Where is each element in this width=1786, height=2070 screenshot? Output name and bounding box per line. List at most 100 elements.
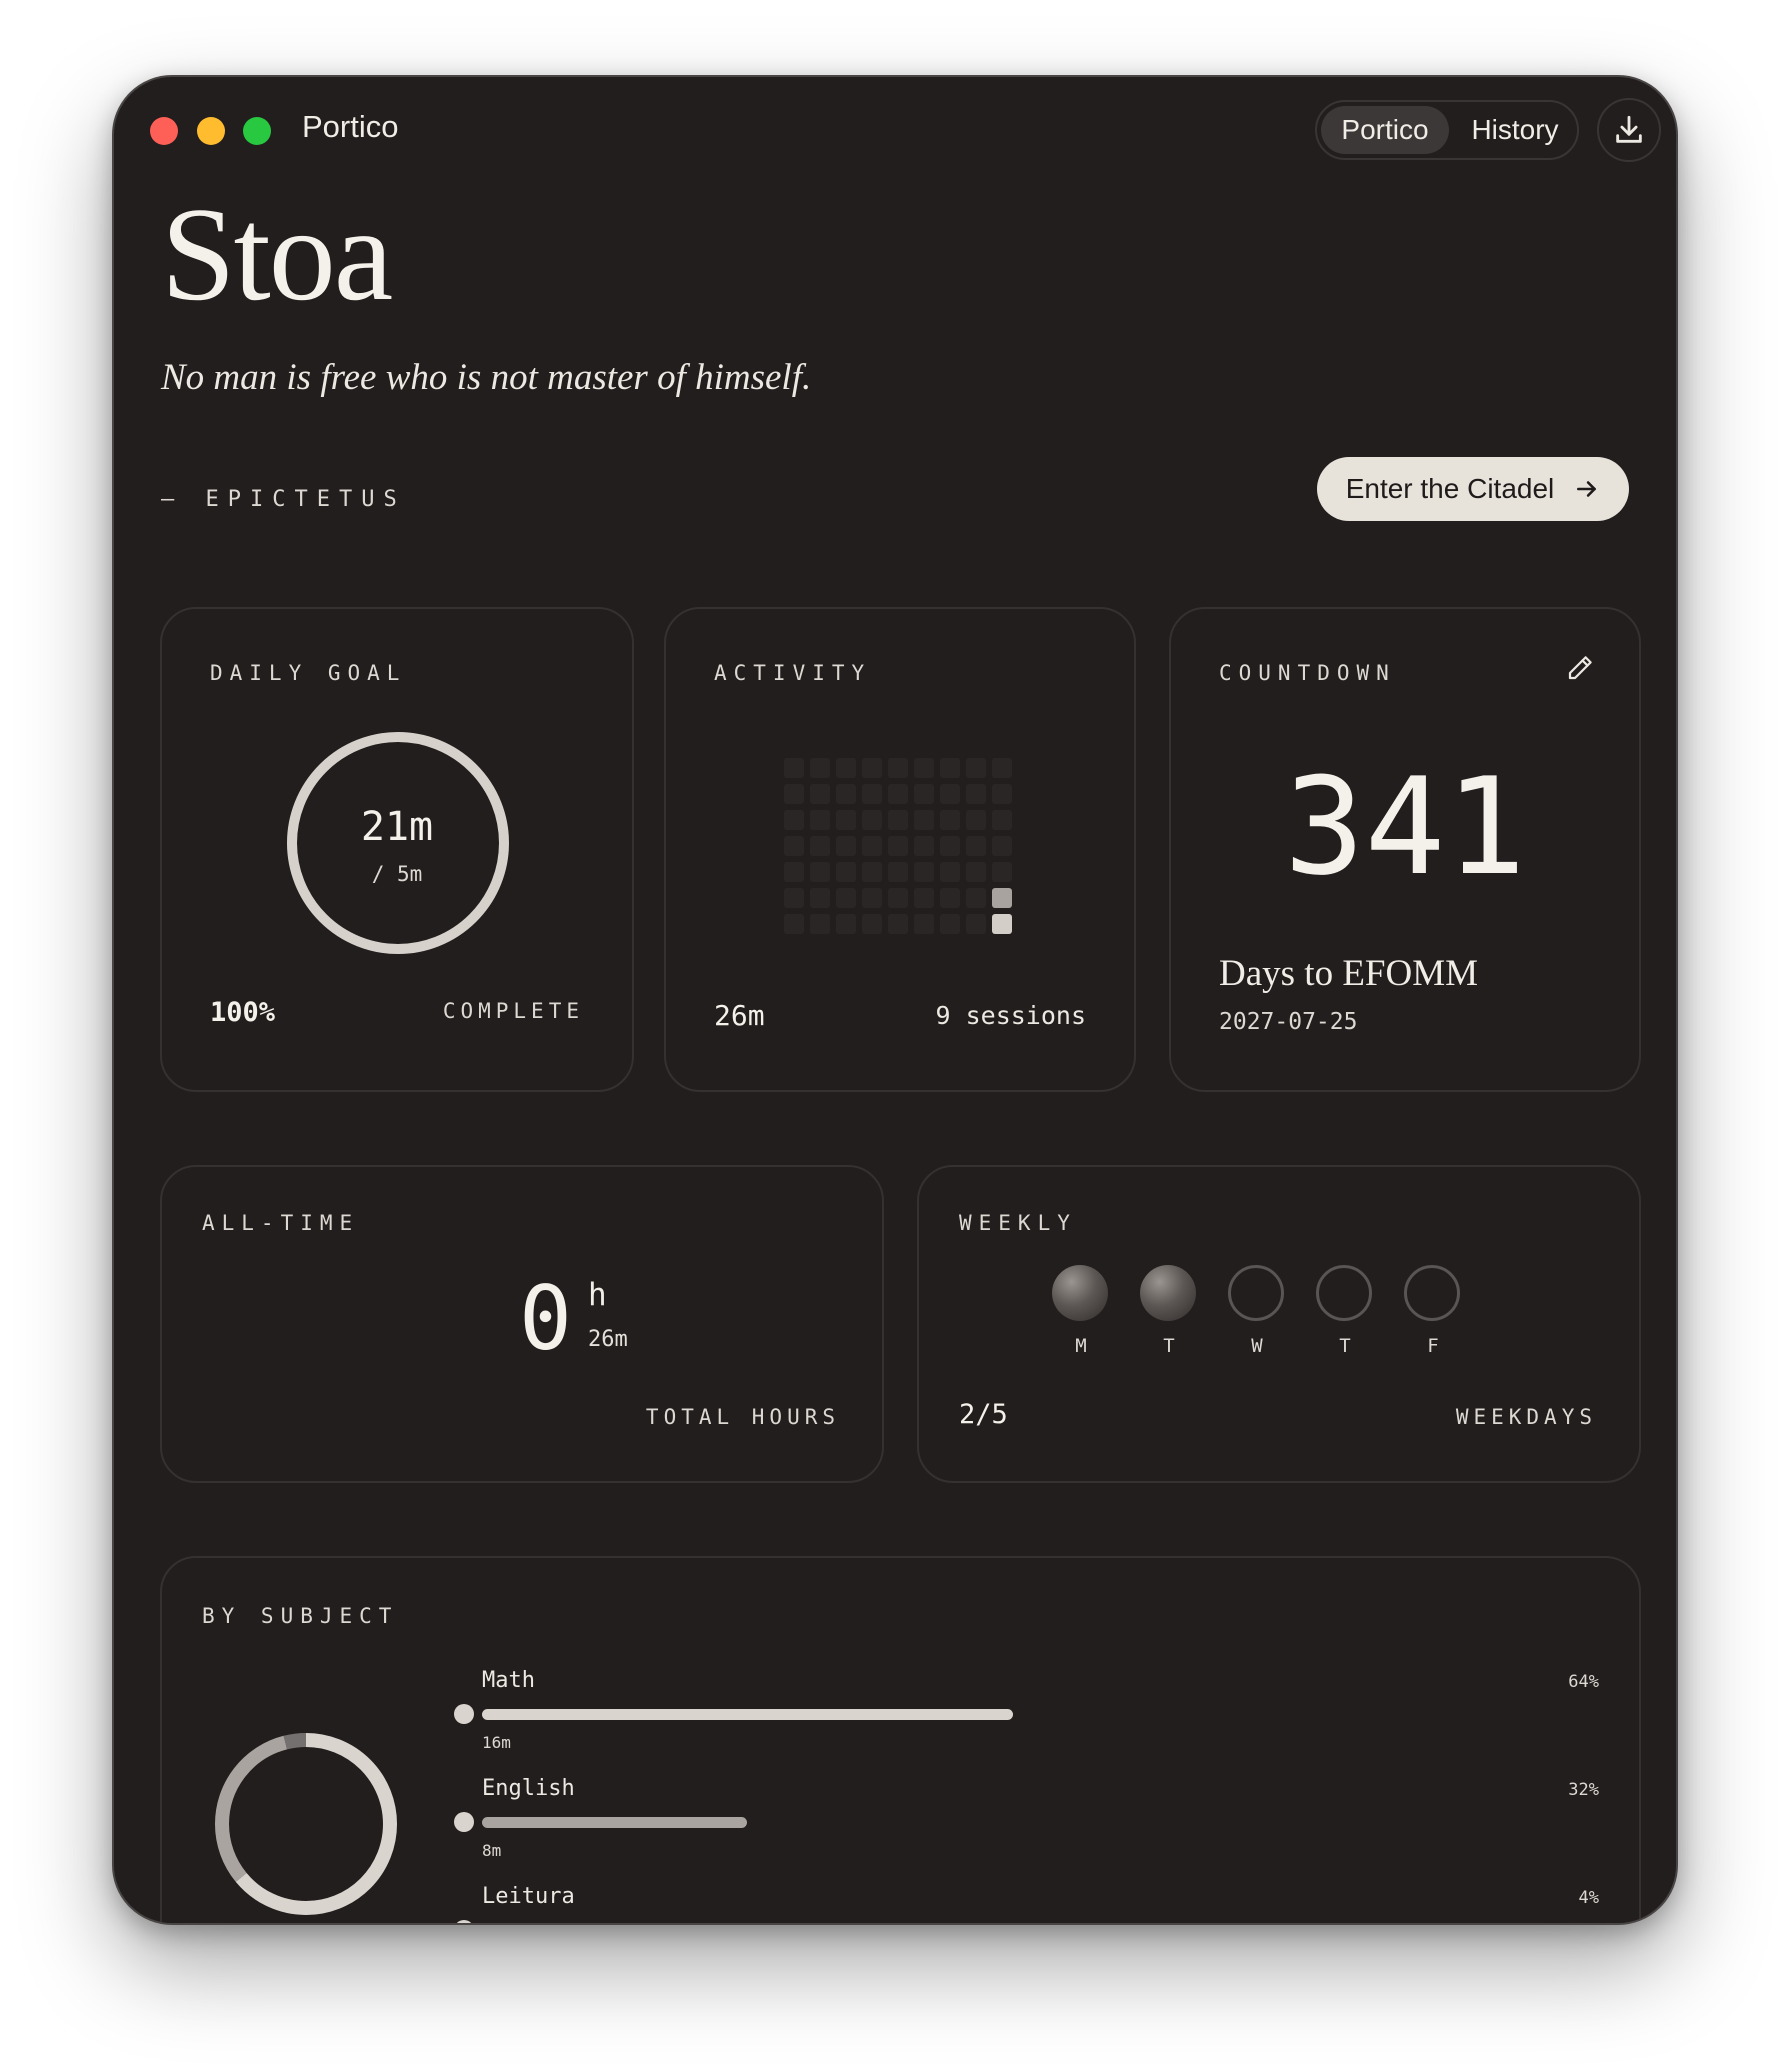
weekday-indicator: T	[1140, 1265, 1198, 1357]
quote-text: No man is free who is not master of hims…	[161, 357, 812, 398]
heatmap-cell	[784, 914, 804, 934]
card-label: ACTIVITY	[714, 661, 872, 685]
heatmap-cell	[862, 758, 882, 778]
heatmap-cell	[836, 810, 856, 830]
heatmap-cell	[966, 810, 986, 830]
heatmap-cell	[940, 888, 960, 908]
subject-dot	[454, 1920, 474, 1923]
subject-donut-chart	[215, 1733, 397, 1915]
subject-bar	[482, 1817, 748, 1828]
heatmap-cell	[836, 784, 856, 804]
tab-portico[interactable]: Portico	[1321, 106, 1449, 154]
subject-minutes: 8m	[482, 1841, 502, 1860]
daily-goal-value: 21m	[360, 804, 434, 850]
heatmap-cell	[784, 784, 804, 804]
tab-history[interactable]: History	[1453, 106, 1577, 154]
heatmap-cell	[940, 758, 960, 778]
weekday-letter: F	[1427, 1335, 1439, 1357]
heatmap-cell	[784, 810, 804, 830]
activity-card: ACTIVITY 26m 9 sessions	[664, 607, 1136, 1092]
all-time-minutes: 26m	[588, 1327, 628, 1352]
edit-countdown-button[interactable]	[1565, 653, 1595, 688]
heatmap-cell	[888, 810, 908, 830]
countdown-date: 2027-07-25	[1219, 1009, 1358, 1035]
app-window: Portico Portico History Stoa No man is f…	[112, 75, 1678, 1925]
heatmap-cell	[914, 862, 934, 882]
daily-goal-status: COMPLETE	[442, 999, 584, 1023]
close-window-button[interactable]	[150, 117, 178, 145]
activity-sessions: 9 sessions	[935, 1001, 1086, 1030]
heatmap-cell	[966, 836, 986, 856]
heatmap-cell	[992, 862, 1012, 882]
weekly-caption: WEEKDAYS	[1455, 1405, 1597, 1429]
weekday-done-dot	[1140, 1265, 1196, 1321]
heatmap-cell	[888, 836, 908, 856]
subject-bar	[482, 1709, 1013, 1720]
subject-dot	[454, 1812, 474, 1832]
card-label: ALL-TIME	[202, 1211, 360, 1235]
subject-dot	[454, 1704, 474, 1724]
enter-citadel-button[interactable]: Enter the Citadel	[1317, 457, 1629, 521]
subject-name: Math	[482, 1668, 535, 1693]
heatmap-cell	[784, 758, 804, 778]
heatmap-cell	[888, 888, 908, 908]
heatmap-cell	[992, 784, 1012, 804]
all-time-hours: 0	[519, 1267, 572, 1370]
heatmap-cell	[810, 810, 830, 830]
download-icon	[1616, 115, 1642, 143]
activity-heatmap	[784, 758, 1012, 934]
pencil-icon	[1568, 656, 1592, 680]
heatmap-cell	[888, 784, 908, 804]
heatmap-cell	[862, 836, 882, 856]
heatmap-cell	[862, 888, 882, 908]
arrow-right-icon	[1577, 481, 1597, 497]
heatmap-cell	[940, 784, 960, 804]
heatmap-cell	[810, 836, 830, 856]
heatmap-cell	[914, 784, 934, 804]
by-subject-card: BY SUBJECT Math 64% 16m English 32% 8m Leitura…	[160, 1556, 1641, 1923]
download-button[interactable]	[1597, 98, 1661, 162]
card-label: BY SUBJECT	[202, 1604, 399, 1628]
countdown-card: COUNTDOWN 341 Days to EFOMM 2027-07-25	[1169, 607, 1641, 1092]
subject-minutes: 16m	[482, 1733, 511, 1752]
heatmap-cell	[836, 914, 856, 934]
subject-name: English	[482, 1776, 575, 1801]
heatmap-cell	[810, 862, 830, 882]
heatmap-cell	[914, 888, 934, 908]
heatmap-cell	[836, 888, 856, 908]
heatmap-cell	[862, 862, 882, 882]
heatmap-cell	[784, 836, 804, 856]
daily-goal-target: / 5m	[371, 862, 423, 886]
heatmap-cell	[992, 836, 1012, 856]
heatmap-cell	[966, 758, 986, 778]
heatmap-cell	[836, 836, 856, 856]
card-label: DAILY GOAL	[210, 661, 407, 685]
heatmap-cell	[836, 862, 856, 882]
activity-total: 26m	[714, 999, 765, 1032]
daily-goal-percent: 100%	[210, 997, 276, 1028]
heatmap-cell	[784, 888, 804, 908]
minimize-window-button[interactable]	[197, 117, 225, 145]
heatmap-cell	[810, 784, 830, 804]
enter-citadel-label: Enter the Citadel	[1345, 473, 1555, 504]
heatmap-cell	[940, 810, 960, 830]
window-title: Portico	[302, 109, 399, 144]
weekly-card: WEEKLY M T W T F 2/5 WEEKDAYS	[917, 1165, 1641, 1483]
heatmap-cell	[914, 810, 934, 830]
weekday-indicator: T	[1316, 1265, 1374, 1357]
heatmap-cell	[966, 784, 986, 804]
all-time-card: ALL-TIME 0 h 26m TOTAL HOURS	[160, 1165, 884, 1483]
heatmap-cell	[914, 758, 934, 778]
zoom-window-button[interactable]	[243, 117, 271, 145]
heatmap-cell	[810, 888, 830, 908]
heatmap-cell	[940, 836, 960, 856]
brand-title: Stoa	[161, 180, 393, 328]
heatmap-cell	[888, 914, 908, 934]
subject-percent: 4%	[1578, 1888, 1599, 1908]
daily-goal-card: DAILY GOAL 21m / 5m 100% COMPLETE	[160, 607, 634, 1092]
heatmap-cell	[810, 914, 830, 934]
heatmap-cell	[992, 914, 1012, 934]
weekday-open-dot	[1316, 1265, 1372, 1321]
all-time-caption: TOTAL HOURS	[645, 1405, 840, 1429]
heatmap-cell	[862, 784, 882, 804]
